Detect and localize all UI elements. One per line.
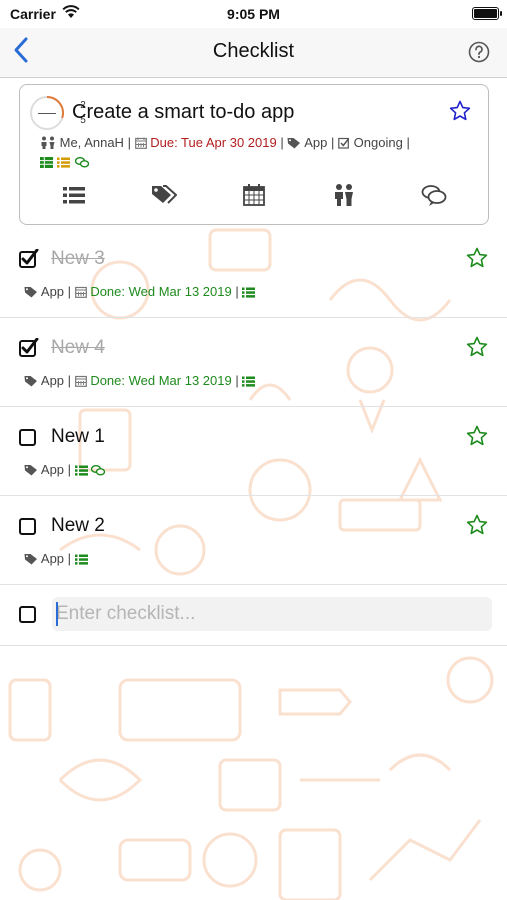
progress-ring: 2 5 bbox=[29, 95, 86, 131]
assignees: Me, AnnaH bbox=[59, 135, 124, 150]
star-icon[interactable] bbox=[465, 246, 489, 270]
checkbox-unchecked-icon[interactable] bbox=[19, 516, 39, 536]
task-tag: App bbox=[304, 135, 328, 150]
tag-icon bbox=[24, 465, 37, 476]
list-icon bbox=[57, 157, 71, 168]
star-icon[interactable] bbox=[465, 424, 489, 448]
new-checklist-row bbox=[0, 584, 507, 646]
tag-icon bbox=[287, 138, 301, 149]
calendar-icon bbox=[74, 286, 87, 298]
checklist-row[interactable]: New 3 App | Done: Wed Mar 13 2019 | bbox=[0, 230, 507, 318]
tag-icon bbox=[24, 554, 37, 565]
comments-icon bbox=[91, 465, 106, 476]
item-tag: App bbox=[40, 462, 65, 477]
status-bar: Carrier 9:05 PM bbox=[0, 0, 507, 28]
task-meta: Me, AnnaH | Due: Tue Apr 30 2019 | App |… bbox=[40, 135, 410, 150]
list-icon bbox=[74, 554, 88, 565]
checklist-item-meta: App | Done: Wed Mar 13 2019 | bbox=[24, 284, 256, 299]
item-tag: App bbox=[40, 551, 65, 566]
tag-icon bbox=[24, 376, 37, 387]
tags-icon[interactable] bbox=[151, 183, 177, 207]
star-icon[interactable] bbox=[448, 99, 472, 123]
list-icon bbox=[242, 287, 256, 298]
new-checklist-input[interactable] bbox=[52, 597, 492, 631]
calendar-icon bbox=[74, 375, 87, 387]
task-card[interactable]: 2 5 Create a smart to-do app Me, AnnaH |… bbox=[19, 84, 489, 225]
table-icon bbox=[40, 157, 53, 168]
checklist-row[interactable]: New 1 App | bbox=[0, 408, 507, 496]
tag-icon bbox=[24, 287, 37, 298]
comments-icon bbox=[74, 157, 89, 168]
task-meta-icons bbox=[40, 153, 89, 168]
checklist-item-label[interactable]: New 4 bbox=[51, 337, 105, 359]
checkbox-unchecked-icon[interactable] bbox=[19, 604, 39, 624]
checklist-item-meta: App | bbox=[24, 551, 88, 566]
navigation-bar: Checklist bbox=[0, 28, 507, 78]
battery-icon bbox=[472, 7, 502, 20]
task-toolbar bbox=[20, 183, 490, 209]
star-icon[interactable] bbox=[465, 335, 489, 359]
due-date: Due: Tue Apr 30 2019 bbox=[150, 135, 277, 150]
done-date: Done: Wed Mar 13 2019 bbox=[90, 284, 232, 299]
star-icon[interactable] bbox=[465, 513, 489, 537]
checklist-item-label[interactable]: New 1 bbox=[51, 426, 105, 448]
page-title: Checklist bbox=[212, 40, 295, 62]
checkbox-unchecked-icon[interactable] bbox=[19, 427, 39, 447]
text-caret bbox=[56, 602, 58, 626]
calendar-icon[interactable] bbox=[241, 183, 267, 207]
people-icon bbox=[41, 136, 55, 149]
checklist-row[interactable]: New 4 App | Done: Wed Mar 13 2019 | bbox=[0, 319, 507, 407]
comments-icon[interactable] bbox=[421, 183, 447, 207]
calendar-icon bbox=[134, 137, 147, 149]
checkbox-checked-icon[interactable] bbox=[19, 249, 39, 269]
done-date: Done: Wed Mar 13 2019 bbox=[90, 373, 232, 388]
checklist-item-label[interactable]: New 3 bbox=[51, 248, 105, 270]
checklist-item-meta: App | bbox=[24, 462, 106, 477]
task-title[interactable]: Create a smart to-do app bbox=[72, 101, 294, 124]
task-status: Ongoing bbox=[353, 135, 403, 150]
list-icon bbox=[242, 376, 256, 387]
question-circle-icon[interactable] bbox=[468, 41, 490, 63]
people-icon[interactable] bbox=[331, 183, 357, 207]
checklist-item-meta: App | Done: Wed Mar 13 2019 | bbox=[24, 373, 256, 388]
list-icon bbox=[74, 465, 88, 476]
clock: 9:05 PM bbox=[227, 6, 280, 22]
checkbox-icon bbox=[338, 137, 350, 149]
list-icon[interactable] bbox=[61, 183, 87, 207]
checkbox-checked-icon[interactable] bbox=[19, 338, 39, 358]
checklist-item-label[interactable]: New 2 bbox=[51, 515, 105, 537]
checklist-row[interactable]: New 2 App | bbox=[0, 497, 507, 585]
item-tag: App bbox=[40, 373, 65, 388]
item-tag: App bbox=[40, 284, 65, 299]
